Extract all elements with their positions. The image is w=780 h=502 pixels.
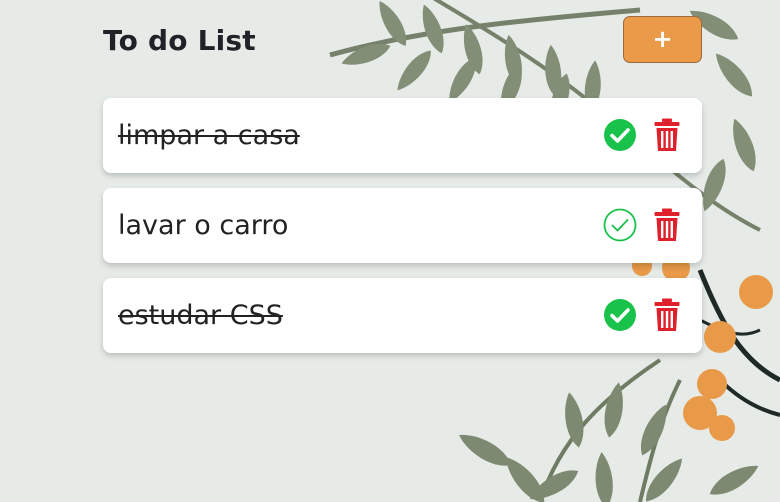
task-item: limpar a casa: [103, 98, 702, 173]
task-text[interactable]: estudar CSS: [118, 278, 283, 353]
trash-icon[interactable]: [654, 298, 680, 332]
add-task-button[interactable]: +: [623, 16, 702, 63]
trash-icon[interactable]: [654, 118, 680, 152]
task-text[interactable]: limpar a casa: [118, 98, 300, 173]
task-text[interactable]: lavar o carro: [118, 188, 288, 263]
task-item: estudar CSS: [103, 278, 702, 353]
task-item: lavar o carro: [103, 188, 702, 263]
check-circle-outline-icon[interactable]: [603, 208, 637, 242]
check-circle-filled-icon[interactable]: [603, 118, 637, 152]
trash-icon[interactable]: [654, 208, 680, 242]
check-circle-filled-icon[interactable]: [603, 298, 637, 332]
page-title: To do List: [103, 24, 256, 57]
